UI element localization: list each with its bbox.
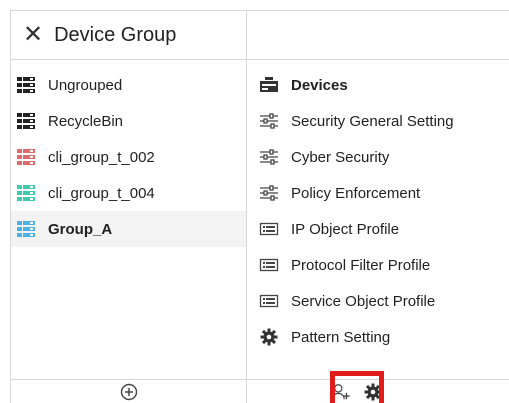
menu-item-label: Service Object Profile (291, 292, 436, 310)
list-card-icon (259, 220, 279, 238)
group-menu-panel: Devices Security General Setting Cyber S… (246, 10, 509, 403)
group-item-label: Ungrouped (48, 76, 123, 94)
group-list-footer (11, 379, 246, 403)
menu-item-label: Pattern Setting (291, 328, 391, 346)
group-icon (16, 148, 36, 166)
menu-item-label: IP Object Profile (291, 220, 400, 238)
menu-item-ip-object-profile[interactable]: IP Object Profile (247, 211, 509, 247)
add-circle-icon[interactable] (119, 382, 139, 402)
group-item-group-a[interactable]: Group_A (11, 211, 246, 247)
sliders-icon (259, 184, 279, 202)
highlight-box (330, 371, 384, 403)
group-item-label: Group_A (48, 220, 113, 238)
group-item-cli-group-t-002[interactable]: cli_group_t_002 (11, 139, 246, 175)
group-icon (16, 220, 36, 238)
menu-item-protocol-filter-profile[interactable]: Protocol Filter Profile (247, 247, 509, 283)
group-icon (16, 76, 36, 94)
group-item-label: cli_group_t_004 (48, 184, 155, 202)
panel-header: ✕ Device Group (11, 11, 246, 60)
sliders-icon (259, 148, 279, 166)
menu-item-label: Security General Setting (291, 112, 454, 130)
menu-item-label: Cyber Security (291, 148, 390, 166)
menu-item-service-object-profile[interactable]: Service Object Profile (247, 283, 509, 319)
menu-item-devices[interactable]: Devices (247, 67, 509, 103)
group-list: Ungrouped RecycleBin cli_group_t_002 cli… (11, 60, 246, 247)
menu-item-label: Policy Enforcement (291, 184, 421, 202)
group-icon (16, 184, 36, 202)
group-item-recyclebin[interactable]: RecycleBin (11, 103, 246, 139)
sliders-icon (259, 112, 279, 130)
menu-list: Devices Security General Setting Cyber S… (247, 60, 509, 355)
list-card-icon (259, 292, 279, 310)
panel-title: Device Group (54, 23, 177, 46)
group-item-label: cli_group_t_002 (48, 148, 155, 166)
menu-item-pattern-setting[interactable]: Pattern Setting (247, 319, 509, 355)
group-item-cli-group-t-004[interactable]: cli_group_t_004 (11, 175, 246, 211)
menu-item-cyber-security[interactable]: Cyber Security (247, 139, 509, 175)
menu-item-label: Devices (291, 76, 348, 94)
group-item-ungrouped[interactable]: Ungrouped (11, 67, 246, 103)
devices-icon (259, 76, 279, 94)
menu-item-policy-enforcement[interactable]: Policy Enforcement (247, 175, 509, 211)
menu-item-label: Protocol Filter Profile (291, 256, 431, 274)
group-icon (16, 112, 36, 130)
menu-header (247, 11, 509, 60)
device-group-panel: ✕ Device Group Ungrouped RecycleBin cli_… (10, 10, 246, 403)
close-icon[interactable]: ✕ (23, 23, 43, 47)
gear-icon (259, 328, 279, 346)
menu-item-security-general-setting[interactable]: Security General Setting (247, 103, 509, 139)
list-card-icon (259, 256, 279, 274)
group-item-label: RecycleBin (48, 112, 124, 130)
